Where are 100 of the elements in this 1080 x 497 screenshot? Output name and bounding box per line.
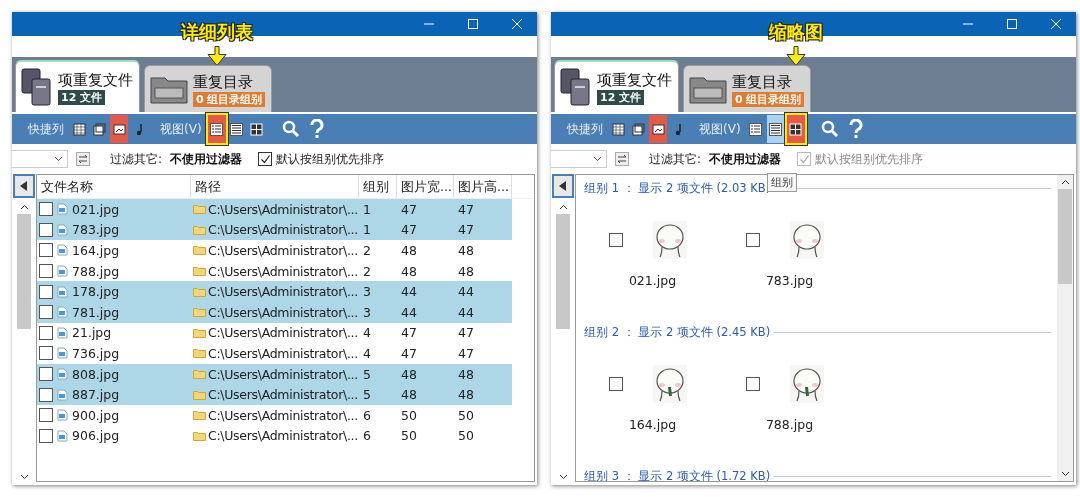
- group-header[interactable]: 组别 2 ： 显示 2 项文件 (2.45 KB): [584, 324, 771, 340]
- file-row[interactable]: 783.jpg C:\Users\Administrator\... 1 47 47: [37, 219, 512, 241]
- file-name: 021.jpg: [72, 201, 120, 217]
- image-icon: [651, 122, 665, 136]
- column-header[interactable]: 图片宽...: [397, 175, 454, 198]
- scroll-up-icon[interactable]: [558, 204, 568, 210]
- folder-icon: [193, 410, 206, 421]
- table-cell-text: 1: [362, 201, 372, 217]
- file-row[interactable]: 178.jpg C:\Users\Administrator\... 3 44 44: [37, 281, 512, 302]
- collapse-button[interactable]: [552, 174, 574, 198]
- file-row[interactable]: 808.jpg C:\Users\Administrator\... 5 48 48: [37, 363, 512, 385]
- details-view-button[interactable]: [207, 115, 226, 143]
- file-row[interactable]: 736.jpg C:\Users\Administrator\... 4 47 47: [37, 343, 512, 364]
- column-header[interactable]: 文件名称: [37, 175, 191, 198]
- file-row[interactable]: 781.jpg C:\Users\Administrator\... 3 44 44: [37, 301, 512, 323]
- file-name: 164.jpg: [628, 417, 677, 432]
- image-file-icon: [57, 203, 68, 216]
- tab[interactable]: 重复目录 0 组目录组别: [683, 65, 812, 112]
- tab[interactable]: 项重复文件 12 文件: [554, 60, 679, 112]
- scroll-down-icon[interactable]: [1060, 471, 1070, 477]
- file-row[interactable]: 164.jpg C:\Users\Administrator\... 2 48 48: [37, 240, 512, 261]
- checkbox[interactable]: [39, 387, 53, 402]
- file-name: 736.jpg: [72, 345, 120, 361]
- filter-value[interactable]: 不使用过滤器: [709, 150, 782, 168]
- caret-icon: [593, 156, 602, 162]
- file-name: 021.jpg: [628, 273, 677, 288]
- file-row[interactable]: 887.jpg C:\Users\Administrator\... 5 48 48: [37, 384, 512, 405]
- checkbox[interactable]: [39, 305, 53, 320]
- maximize-icon[interactable]: [1006, 18, 1018, 30]
- checkbox[interactable]: [745, 233, 760, 247]
- file-row[interactable]: 21.jpg C:\Users\Administrator\... 4 47 47: [37, 322, 512, 344]
- file-name: 808.jpg: [72, 366, 120, 382]
- checkbox[interactable]: [39, 243, 53, 258]
- file-path: C:\Users\Administrator\...: [208, 407, 358, 423]
- file-name: 164.jpg: [72, 243, 120, 258]
- close-icon[interactable]: [511, 18, 523, 30]
- search-icon[interactable]: [281, 120, 300, 138]
- tab[interactable]: 项重复文件 12 文件: [15, 60, 140, 112]
- tab[interactable]: 重复目录 0 组目录组别: [144, 65, 273, 112]
- checkbox[interactable]: [39, 284, 53, 299]
- table-cell-text: 47: [457, 222, 475, 238]
- details-icon: [749, 122, 763, 136]
- checkbox[interactable]: [39, 325, 53, 340]
- swap-icon[interactable]: [76, 152, 90, 166]
- image-file-icon: [57, 368, 68, 381]
- folder-icon: [193, 204, 206, 215]
- toolbar-label: 视图(V): [699, 120, 741, 138]
- table-cell-text: 50: [400, 407, 418, 423]
- scroll-down-icon[interactable]: [19, 474, 29, 480]
- file-path: C:\Users\Administrator\...: [208, 263, 358, 279]
- group-header[interactable]: 组别 3 ： 显示 2 项文件 (1.72 KB): [584, 468, 771, 481]
- maximize-icon[interactable]: [467, 18, 479, 30]
- file-path: C:\Users\Administrator\...: [208, 345, 358, 361]
- checkbox[interactable]: [39, 264, 53, 279]
- file-path: C:\Users\Administrator\...: [208, 284, 358, 300]
- file-row[interactable]: 906.jpg C:\Users\Administrator\... 6 50 50: [37, 425, 512, 447]
- checkbox[interactable]: [608, 233, 623, 247]
- folder-icon: [193, 266, 206, 277]
- file-path: C:\Users\Administrator\...: [208, 243, 358, 258]
- scroll-down-icon[interactable]: [558, 474, 568, 480]
- thumbnails-view-button[interactable]: [786, 115, 805, 143]
- checkbox[interactable]: [39, 202, 53, 217]
- sort-checkbox[interactable]: 默认按组别优先排序: [258, 150, 385, 168]
- scroll-up-icon[interactable]: [1060, 179, 1070, 185]
- caret-icon: [54, 156, 63, 162]
- column-header[interactable]: 组别: [359, 175, 397, 198]
- checkbox[interactable]: [39, 367, 53, 382]
- collapse-button[interactable]: [13, 174, 35, 198]
- file-row[interactable]: 788.jpg C:\Users\Administrator\... 2 48 48: [37, 260, 512, 282]
- filter-value[interactable]: 不使用过滤器: [170, 150, 243, 168]
- swap-icon[interactable]: [615, 152, 629, 166]
- image-column-button[interactable]: [110, 115, 128, 143]
- dropdown-field[interactable]: [551, 150, 607, 168]
- help-icon[interactable]: [309, 119, 324, 139]
- list-view-button[interactable]: [766, 115, 785, 143]
- grid-icon: [72, 122, 86, 136]
- help-icon[interactable]: [848, 119, 863, 139]
- table-cell-text: 3: [362, 304, 372, 320]
- checkbox[interactable]: [39, 346, 53, 361]
- column-header[interactable]: 图片高...: [454, 175, 512, 198]
- close-icon[interactable]: [1050, 18, 1062, 30]
- file-name: 788.jpg: [765, 417, 814, 432]
- dropdown-field[interactable]: [12, 150, 68, 168]
- checkmark-icon: [798, 153, 810, 165]
- checkbox[interactable]: [39, 428, 53, 443]
- image-column-button[interactable]: [649, 115, 667, 143]
- column-header[interactable]: 路径: [191, 175, 359, 198]
- documents-icon: [559, 67, 593, 107]
- file-row[interactable]: 021.jpg C:\Users\Administrator\... 1 47 47: [37, 199, 512, 220]
- scrollbar[interactable]: [1057, 175, 1073, 481]
- checkbox[interactable]: [39, 408, 53, 423]
- table-cell-text: 47: [457, 345, 475, 361]
- scroll-up-icon[interactable]: [19, 204, 29, 210]
- checkbox[interactable]: [745, 377, 760, 391]
- search-icon[interactable]: [820, 120, 839, 138]
- checkbox[interactable]: [608, 377, 623, 391]
- list-icon: [230, 122, 244, 136]
- checkbox[interactable]: [39, 222, 53, 237]
- file-row[interactable]: 900.jpg C:\Users\Administrator\... 6 50 50: [37, 404, 512, 426]
- folder-icon: [193, 389, 206, 400]
